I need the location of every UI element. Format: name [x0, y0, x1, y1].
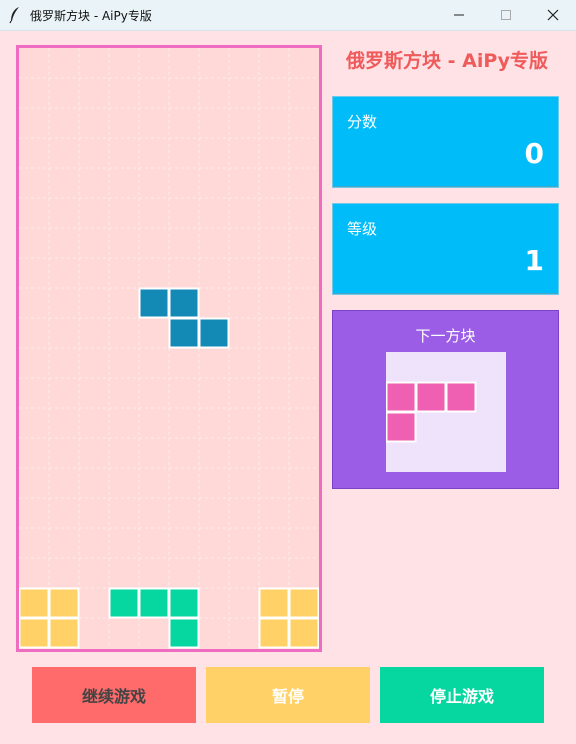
next-piece-panel: 下一方块 — [332, 310, 559, 489]
level-value: 1 — [524, 244, 544, 277]
resume-game-button[interactable]: 继续游戏 — [32, 667, 196, 723]
feather-icon — [8, 6, 22, 24]
active-block — [168, 287, 200, 319]
game-board[interactable] — [16, 45, 322, 652]
locked-block — [288, 617, 319, 649]
next-block — [385, 411, 417, 443]
locked-block — [258, 617, 290, 649]
locked-block — [138, 587, 170, 619]
score-label: 分数 — [347, 113, 378, 131]
minimize-button[interactable] — [436, 0, 482, 31]
next-piece-canvas — [385, 381, 477, 443]
maximize-button[interactable] — [483, 0, 529, 31]
locked-block — [168, 617, 200, 649]
next-block — [445, 381, 477, 413]
stop-game-button[interactable]: 停止游戏 — [380, 667, 544, 723]
next-block — [415, 381, 447, 413]
minimize-icon — [453, 6, 465, 25]
active-block — [198, 317, 230, 349]
board-grid — [19, 48, 319, 649]
window-titlebar: 俄罗斯方块 - AiPy专版 — [0, 0, 576, 31]
locked-block — [19, 587, 50, 619]
locked-block — [108, 587, 140, 619]
locked-block — [288, 587, 319, 619]
next-block — [385, 381, 417, 413]
close-icon — [547, 6, 559, 25]
locked-block — [48, 617, 80, 649]
next-piece-preview — [385, 352, 506, 472]
score-panel: 分数 0 — [332, 96, 559, 188]
game-title: 俄罗斯方块 - AiPy专版 — [346, 50, 548, 72]
locked-block — [48, 587, 80, 619]
window-title: 俄罗斯方块 - AiPy专版 — [30, 9, 152, 23]
locked-block — [19, 617, 50, 649]
score-value: 0 — [524, 137, 544, 170]
locked-block — [258, 587, 290, 619]
locked-block — [168, 587, 200, 619]
active-block — [138, 287, 170, 319]
level-label: 等级 — [347, 220, 378, 238]
pause-button[interactable]: 暂停 — [206, 667, 370, 723]
maximize-icon — [500, 6, 512, 25]
next-piece-label: 下一方块 — [415, 327, 476, 345]
level-panel: 等级 1 — [332, 203, 559, 295]
close-button[interactable] — [530, 0, 576, 31]
active-block — [168, 317, 200, 349]
